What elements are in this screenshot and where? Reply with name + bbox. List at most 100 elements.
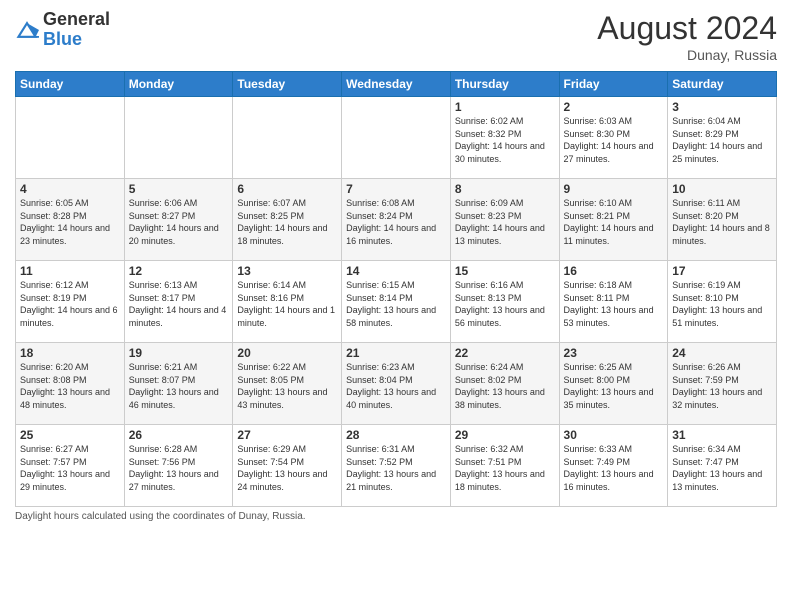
day-info: Sunrise: 6:23 AMSunset: 8:04 PMDaylight:… [346, 361, 446, 411]
calendar-cell: 10Sunrise: 6:11 AMSunset: 8:20 PMDayligh… [668, 179, 777, 261]
day-info: Sunrise: 6:11 AMSunset: 8:20 PMDaylight:… [672, 197, 772, 247]
calendar-cell: 22Sunrise: 6:24 AMSunset: 8:02 PMDayligh… [450, 343, 559, 425]
day-info: Sunrise: 6:25 AMSunset: 8:00 PMDaylight:… [564, 361, 664, 411]
day-number: 3 [672, 100, 772, 114]
day-info: Sunrise: 6:09 AMSunset: 8:23 PMDaylight:… [455, 197, 555, 247]
day-number: 13 [237, 264, 337, 278]
calendar-cell: 4Sunrise: 6:05 AMSunset: 8:28 PMDaylight… [16, 179, 125, 261]
day-info: Sunrise: 6:02 AMSunset: 8:32 PMDaylight:… [455, 115, 555, 165]
day-number: 10 [672, 182, 772, 196]
day-number: 16 [564, 264, 664, 278]
calendar-cell: 13Sunrise: 6:14 AMSunset: 8:16 PMDayligh… [233, 261, 342, 343]
day-number: 30 [564, 428, 664, 442]
day-number: 2 [564, 100, 664, 114]
day-number: 11 [20, 264, 120, 278]
weekday-header-thursday: Thursday [450, 72, 559, 97]
weekday-header-saturday: Saturday [668, 72, 777, 97]
day-info: Sunrise: 6:14 AMSunset: 8:16 PMDaylight:… [237, 279, 337, 329]
day-info: Sunrise: 6:18 AMSunset: 8:11 PMDaylight:… [564, 279, 664, 329]
calendar-week-4: 18Sunrise: 6:20 AMSunset: 8:08 PMDayligh… [16, 343, 777, 425]
page-container: General Blue August 2024 Dunay, Russia S… [0, 0, 792, 532]
weekday-header-sunday: Sunday [16, 72, 125, 97]
weekday-header-row: SundayMondayTuesdayWednesdayThursdayFrid… [16, 72, 777, 97]
day-info: Sunrise: 6:29 AMSunset: 7:54 PMDaylight:… [237, 443, 337, 493]
weekday-header-wednesday: Wednesday [342, 72, 451, 97]
day-info: Sunrise: 6:20 AMSunset: 8:08 PMDaylight:… [20, 361, 120, 411]
calendar-cell [124, 97, 233, 179]
day-number: 23 [564, 346, 664, 360]
day-info: Sunrise: 6:05 AMSunset: 8:28 PMDaylight:… [20, 197, 120, 247]
calendar-cell: 12Sunrise: 6:13 AMSunset: 8:17 PMDayligh… [124, 261, 233, 343]
calendar-cell: 2Sunrise: 6:03 AMSunset: 8:30 PMDaylight… [559, 97, 668, 179]
day-info: Sunrise: 6:08 AMSunset: 8:24 PMDaylight:… [346, 197, 446, 247]
day-info: Sunrise: 6:24 AMSunset: 8:02 PMDaylight:… [455, 361, 555, 411]
calendar-cell: 28Sunrise: 6:31 AMSunset: 7:52 PMDayligh… [342, 425, 451, 507]
day-info: Sunrise: 6:12 AMSunset: 8:19 PMDaylight:… [20, 279, 120, 329]
weekday-header-monday: Monday [124, 72, 233, 97]
day-info: Sunrise: 6:32 AMSunset: 7:51 PMDaylight:… [455, 443, 555, 493]
header: General Blue August 2024 Dunay, Russia [15, 10, 777, 63]
day-info: Sunrise: 6:31 AMSunset: 7:52 PMDaylight:… [346, 443, 446, 493]
calendar-cell: 7Sunrise: 6:08 AMSunset: 8:24 PMDaylight… [342, 179, 451, 261]
calendar-cell: 3Sunrise: 6:04 AMSunset: 8:29 PMDaylight… [668, 97, 777, 179]
logo-text: General Blue [43, 10, 110, 50]
day-number: 20 [237, 346, 337, 360]
calendar-cell: 14Sunrise: 6:15 AMSunset: 8:14 PMDayligh… [342, 261, 451, 343]
calendar-week-1: 1Sunrise: 6:02 AMSunset: 8:32 PMDaylight… [16, 97, 777, 179]
day-info: Sunrise: 6:33 AMSunset: 7:49 PMDaylight:… [564, 443, 664, 493]
calendar-cell: 15Sunrise: 6:16 AMSunset: 8:13 PMDayligh… [450, 261, 559, 343]
day-number: 26 [129, 428, 229, 442]
day-info: Sunrise: 6:15 AMSunset: 8:14 PMDaylight:… [346, 279, 446, 329]
month-year: August 2024 [597, 10, 777, 47]
calendar-cell: 20Sunrise: 6:22 AMSunset: 8:05 PMDayligh… [233, 343, 342, 425]
day-number: 18 [20, 346, 120, 360]
day-number: 25 [20, 428, 120, 442]
calendar-cell: 27Sunrise: 6:29 AMSunset: 7:54 PMDayligh… [233, 425, 342, 507]
day-info: Sunrise: 6:19 AMSunset: 8:10 PMDaylight:… [672, 279, 772, 329]
calendar-table: SundayMondayTuesdayWednesdayThursdayFrid… [15, 71, 777, 507]
day-number: 27 [237, 428, 337, 442]
day-info: Sunrise: 6:34 AMSunset: 7:47 PMDaylight:… [672, 443, 772, 493]
day-number: 29 [455, 428, 555, 442]
calendar-cell: 17Sunrise: 6:19 AMSunset: 8:10 PMDayligh… [668, 261, 777, 343]
day-number: 22 [455, 346, 555, 360]
day-number: 15 [455, 264, 555, 278]
day-number: 21 [346, 346, 446, 360]
calendar-cell [342, 97, 451, 179]
calendar-week-3: 11Sunrise: 6:12 AMSunset: 8:19 PMDayligh… [16, 261, 777, 343]
calendar-cell: 9Sunrise: 6:10 AMSunset: 8:21 PMDaylight… [559, 179, 668, 261]
calendar-cell [16, 97, 125, 179]
day-number: 28 [346, 428, 446, 442]
weekday-header-friday: Friday [559, 72, 668, 97]
calendar-cell: 23Sunrise: 6:25 AMSunset: 8:00 PMDayligh… [559, 343, 668, 425]
logo-general: General [43, 9, 110, 29]
calendar-cell [233, 97, 342, 179]
calendar-week-2: 4Sunrise: 6:05 AMSunset: 8:28 PMDaylight… [16, 179, 777, 261]
day-info: Sunrise: 6:22 AMSunset: 8:05 PMDaylight:… [237, 361, 337, 411]
calendar-cell: 26Sunrise: 6:28 AMSunset: 7:56 PMDayligh… [124, 425, 233, 507]
day-number: 12 [129, 264, 229, 278]
calendar-cell: 19Sunrise: 6:21 AMSunset: 8:07 PMDayligh… [124, 343, 233, 425]
day-info: Sunrise: 6:27 AMSunset: 7:57 PMDaylight:… [20, 443, 120, 493]
calendar-week-5: 25Sunrise: 6:27 AMSunset: 7:57 PMDayligh… [16, 425, 777, 507]
day-info: Sunrise: 6:07 AMSunset: 8:25 PMDaylight:… [237, 197, 337, 247]
day-number: 24 [672, 346, 772, 360]
calendar-cell: 30Sunrise: 6:33 AMSunset: 7:49 PMDayligh… [559, 425, 668, 507]
day-info: Sunrise: 6:13 AMSunset: 8:17 PMDaylight:… [129, 279, 229, 329]
day-number: 31 [672, 428, 772, 442]
calendar-cell: 21Sunrise: 6:23 AMSunset: 8:04 PMDayligh… [342, 343, 451, 425]
day-info: Sunrise: 6:28 AMSunset: 7:56 PMDaylight:… [129, 443, 229, 493]
logo-blue: Blue [43, 29, 82, 49]
calendar-cell: 31Sunrise: 6:34 AMSunset: 7:47 PMDayligh… [668, 425, 777, 507]
day-number: 7 [346, 182, 446, 196]
calendar-cell: 11Sunrise: 6:12 AMSunset: 8:19 PMDayligh… [16, 261, 125, 343]
day-info: Sunrise: 6:10 AMSunset: 8:21 PMDaylight:… [564, 197, 664, 247]
day-info: Sunrise: 6:04 AMSunset: 8:29 PMDaylight:… [672, 115, 772, 165]
day-info: Sunrise: 6:26 AMSunset: 7:59 PMDaylight:… [672, 361, 772, 411]
weekday-header-tuesday: Tuesday [233, 72, 342, 97]
calendar-cell: 6Sunrise: 6:07 AMSunset: 8:25 PMDaylight… [233, 179, 342, 261]
location: Dunay, Russia [597, 47, 777, 63]
day-info: Sunrise: 6:06 AMSunset: 8:27 PMDaylight:… [129, 197, 229, 247]
calendar-cell: 8Sunrise: 6:09 AMSunset: 8:23 PMDaylight… [450, 179, 559, 261]
day-number: 19 [129, 346, 229, 360]
